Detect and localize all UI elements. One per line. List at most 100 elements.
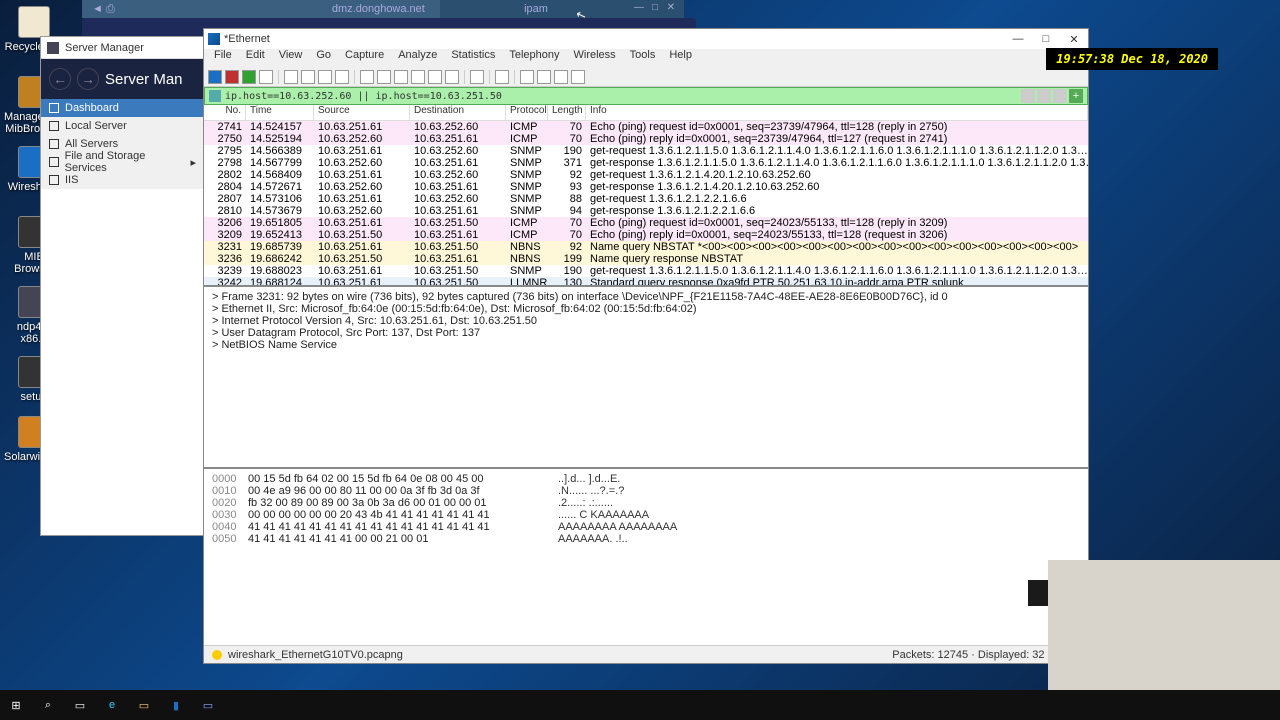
find-button[interactable] <box>360 70 374 84</box>
nav-back-button[interactable]: ← <box>49 68 71 90</box>
close-icon[interactable]: ✕ <box>664 2 678 16</box>
autoscroll-button[interactable] <box>470 70 484 84</box>
menu-capture[interactable]: Capture <box>339 49 390 67</box>
wireshark-statusbar: wireshark_EthernetG10TV0.pcapng Packets:… <box>204 645 1088 663</box>
hex-line[interactable]: 004041 41 41 41 41 41 41 41 41 41 41 41 … <box>212 521 1080 533</box>
display-filter-bar: + <box>204 87 1088 105</box>
prev-button[interactable] <box>377 70 391 84</box>
server-manager-titlebar[interactable]: Server Manager <box>41 37 204 59</box>
packet-row[interactable]: 280214.56840910.63.251.6110.63.252.60SNM… <box>204 169 1088 181</box>
taskbar-servermanager[interactable]: ▭ <box>192 690 224 720</box>
packet-list-header[interactable]: No.TimeSourceDestinationProtocolLengthIn… <box>204 105 1088 121</box>
servers-icon <box>49 139 59 149</box>
packet-row[interactable]: 323619.68624210.63.251.5010.63.251.61NBN… <box>204 253 1088 265</box>
minimize-button[interactable]: — <box>1008 33 1028 46</box>
menu-edit[interactable]: Edit <box>240 49 271 67</box>
max-icon[interactable]: □ <box>648 2 662 16</box>
hex-line[interactable]: 000000 15 5d fb 64 02 00 15 5d fb 64 0e … <box>212 473 1080 485</box>
menu-statistics[interactable]: Statistics <box>445 49 501 67</box>
expert-info-icon[interactable] <box>212 650 222 660</box>
menu-help[interactable]: Help <box>663 49 698 67</box>
hex-line[interactable]: 003000 00 00 00 00 00 20 43 4b 41 41 41 … <box>212 509 1080 521</box>
sidebar-item-filestorage[interactable]: File and Storage Services▸ <box>41 153 204 171</box>
taskbar-explorer[interactable]: ▭ <box>128 690 160 720</box>
wireshark-menubar: File Edit View Go Capture Analyze Statis… <box>204 49 1088 67</box>
clock-overlay: 19:57:38 Dec 18, 2020 <box>1046 48 1218 70</box>
iis-icon <box>49 175 59 185</box>
stop-capture-button[interactable] <box>225 70 239 84</box>
server-manager-icon <box>47 42 59 54</box>
wireshark-icon <box>208 33 220 45</box>
sidebar-item-dashboard[interactable]: Dashboard <box>41 99 204 117</box>
next-button[interactable] <box>394 70 408 84</box>
taskbar-wireshark[interactable]: ▮ <box>160 690 192 720</box>
recent-filter-button[interactable] <box>1053 89 1067 103</box>
packet-row[interactable]: 275014.52519410.63.252.6010.63.251.61ICM… <box>204 133 1088 145</box>
packet-list-pane[interactable]: No.TimeSourceDestinationProtocolLengthIn… <box>204 105 1088 285</box>
sidebar-item-localserver[interactable]: Local Server <box>41 117 204 135</box>
server-icon <box>49 121 59 131</box>
server-manager-header: ← → Server Man <box>41 59 204 99</box>
resize-cols-button[interactable] <box>571 70 585 84</box>
packet-row[interactable]: 324219.68812410.63.251.6110.63.251.50LLM… <box>204 277 1088 285</box>
add-filter-button[interactable]: + <box>1069 89 1083 103</box>
nav-fwd-button[interactable]: → <box>77 68 99 90</box>
close-button[interactable]: ✕ <box>1064 33 1084 46</box>
wireshark-titlebar[interactable]: *Ethernet — □ ✕ <box>204 29 1088 49</box>
packet-bytes-pane[interactable]: 000000 15 5d fb 64 02 00 15 5d fb 64 0e … <box>204 467 1088 645</box>
clear-filter-button[interactable] <box>1021 89 1035 103</box>
colorize-button[interactable] <box>495 70 509 84</box>
maximize-button[interactable]: □ <box>1036 33 1056 46</box>
hex-line[interactable]: 005041 41 41 41 41 41 41 00 00 21 00 01A… <box>212 533 1080 545</box>
packet-row[interactable]: 323919.68802310.63.251.6110.63.251.50SNM… <box>204 265 1088 277</box>
packet-row[interactable]: 320619.65180510.63.251.6110.63.251.50ICM… <box>204 217 1088 229</box>
menu-file[interactable]: File <box>208 49 238 67</box>
last-button[interactable] <box>445 70 459 84</box>
packet-row[interactable]: 280714.57310610.63.251.6110.63.252.60SNM… <box>204 193 1088 205</box>
hex-line[interactable]: 0020fb 32 00 89 00 89 00 3a 0b 3a d6 00 … <box>212 497 1080 509</box>
zoom-in-button[interactable] <box>520 70 534 84</box>
server-manager-window: Server Manager ← → Server Man Dashboard … <box>40 36 205 536</box>
packet-row[interactable]: 279814.56779910.63.252.6010.63.251.61SNM… <box>204 157 1088 169</box>
search-button[interactable]: ⌕ <box>32 690 64 720</box>
packet-detail-pane[interactable]: > Frame 3231: 92 bytes on wire (736 bits… <box>204 285 1088 467</box>
display-filter-input[interactable] <box>225 91 1019 102</box>
storage-icon <box>49 157 59 167</box>
goto-button[interactable] <box>411 70 425 84</box>
zoom-out-button[interactable] <box>537 70 551 84</box>
zoom-reset-button[interactable] <box>554 70 568 84</box>
packet-row[interactable]: 280414.57267110.63.252.6010.63.251.61SNM… <box>204 181 1088 193</box>
menu-wireless[interactable]: Wireless <box>568 49 622 67</box>
background-tabbar-2: ipam —□✕ <box>440 0 684 18</box>
bookmark-icon[interactable] <box>209 90 221 102</box>
reload-button[interactable] <box>335 70 349 84</box>
taskbar-ie[interactable]: e <box>96 690 128 720</box>
menu-tools[interactable]: Tools <box>624 49 662 67</box>
packet-row[interactable]: 274114.52415710.63.251.6110.63.252.60ICM… <box>204 121 1088 133</box>
start-capture-button[interactable] <box>208 70 222 84</box>
options-button[interactable] <box>259 70 273 84</box>
menu-telephony[interactable]: Telephony <box>503 49 565 67</box>
apply-filter-button[interactable] <box>1037 89 1051 103</box>
chevron-right-icon: ▸ <box>190 156 196 169</box>
menu-view[interactable]: View <box>273 49 309 67</box>
packet-row[interactable]: 320919.65241310.63.251.5010.63.251.61ICM… <box>204 229 1088 241</box>
taskview-button[interactable]: ▭ <box>64 690 96 720</box>
open-button[interactable] <box>284 70 298 84</box>
min-icon[interactable]: — <box>632 2 646 16</box>
hex-line[interactable]: 001000 4e a9 96 00 00 80 11 00 00 0a 3f … <box>212 485 1080 497</box>
first-button[interactable] <box>428 70 442 84</box>
webcam-overlay <box>1048 560 1280 690</box>
status-file: wireshark_EthernetG10TV0.pcapng <box>228 649 403 661</box>
packet-row[interactable]: 281014.57367910.63.252.6010.63.251.61SNM… <box>204 205 1088 217</box>
restart-capture-button[interactable] <box>242 70 256 84</box>
start-button[interactable]: ⊞ <box>0 690 32 720</box>
server-manager-header-text: Server Man <box>105 71 183 88</box>
save-button[interactable] <box>301 70 315 84</box>
packet-row[interactable]: 323119.68573910.63.251.6110.63.251.50NBN… <box>204 241 1088 253</box>
taskbar: ⊞ ⌕ ▭ e ▭ ▮ ▭ <box>0 690 1280 720</box>
close-file-button[interactable] <box>318 70 332 84</box>
menu-analyze[interactable]: Analyze <box>392 49 443 67</box>
menu-go[interactable]: Go <box>310 49 337 67</box>
packet-row[interactable]: 279514.56638910.63.251.6110.63.252.60SNM… <box>204 145 1088 157</box>
